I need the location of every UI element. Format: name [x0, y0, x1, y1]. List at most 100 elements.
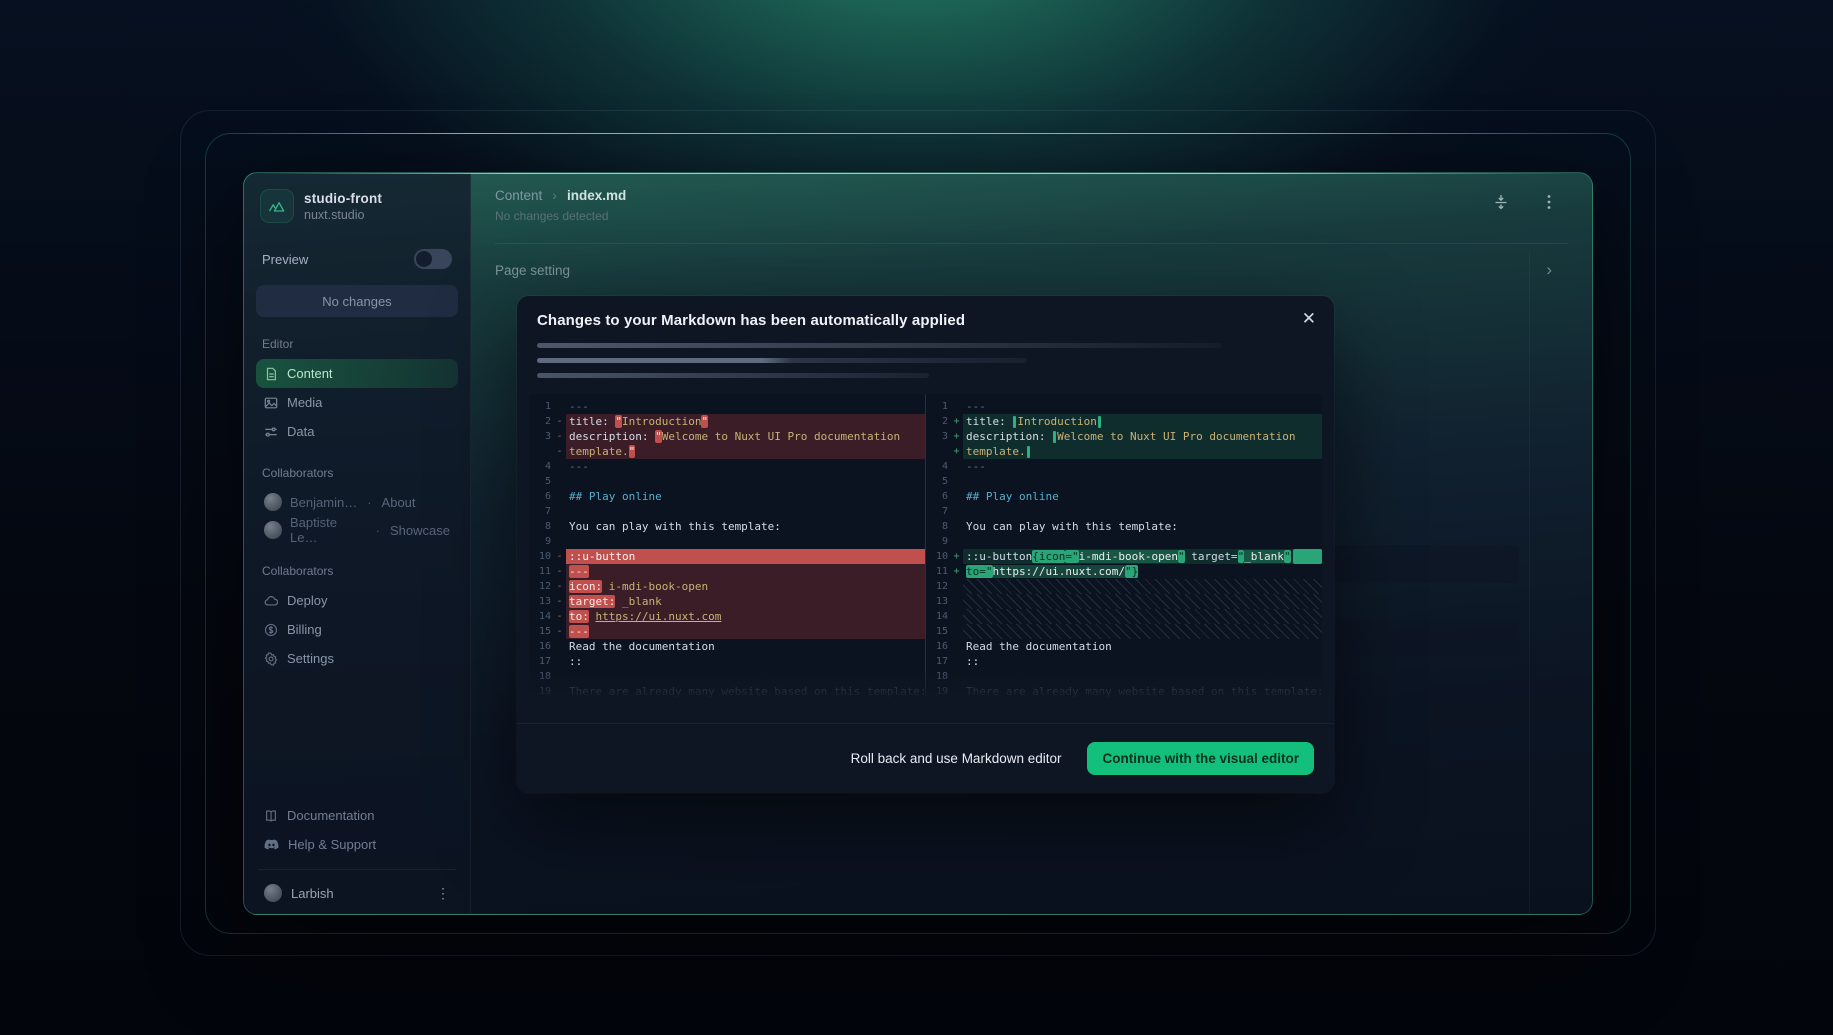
cloud-icon — [264, 594, 278, 608]
sidebar-item-label: Data — [287, 424, 314, 439]
collaborators-section-label: Collaborators — [262, 466, 452, 480]
user-avatar — [264, 884, 282, 902]
diff-line: 10-::u-button — [529, 549, 925, 564]
skeleton-bar — [537, 343, 1222, 348]
diff-line: 8You can play with this template: — [529, 519, 925, 534]
project-domain: nuxt.studio — [304, 208, 382, 222]
nuxt-studio-logo-icon — [260, 189, 294, 223]
sidebar-item-label: Media — [287, 395, 322, 410]
rollback-button[interactable]: Roll back and use Markdown editor — [851, 751, 1062, 766]
diff-line: 12-icon: i-mdi-book-open — [529, 579, 925, 594]
sidebar-item-documentation[interactable]: Documentation — [256, 801, 458, 830]
avatar — [264, 521, 282, 539]
sidebar-item-media[interactable]: Media — [256, 388, 458, 417]
sliders-icon — [264, 425, 278, 439]
collaborator-name: Baptiste Le… — [290, 515, 366, 545]
diff-line: 7 — [529, 504, 925, 519]
diff-pane-additions: 1---2+title: Introduction3+description: … — [925, 394, 1322, 700]
diff-line: 5 — [926, 474, 1322, 489]
diff-line: 14 — [926, 609, 1322, 624]
diff-line: 12 — [926, 579, 1322, 594]
diff-line: 2-title: "Introduction" — [529, 414, 925, 429]
diff-line: 11---- — [529, 564, 925, 579]
user-menu-kebab-icon[interactable]: ⋮ — [436, 886, 450, 900]
sidebar-item-label: Billing — [287, 622, 322, 637]
diff-line: 13 — [926, 594, 1322, 609]
sidebar-item-billing[interactable]: Billing — [256, 615, 458, 644]
user-name: Larbish — [291, 886, 334, 901]
breadcrumb-content[interactable]: Content — [495, 188, 542, 203]
collaborator-row[interactable]: Benjamin… · About — [256, 488, 458, 516]
diff-line: 4--- — [529, 459, 925, 474]
project-section-label: Collaborators — [262, 564, 452, 578]
chevron-right-icon: › — [552, 187, 557, 203]
page-setting-label: Page setting — [495, 263, 570, 278]
user-row[interactable]: Larbish ⋮ — [256, 880, 458, 904]
diff-line: 9 — [926, 534, 1322, 549]
diff-line: +template. — [926, 444, 1322, 459]
main-header: Content › index.md No changes detected — [471, 173, 1592, 244]
avatar — [264, 493, 282, 511]
diff-line: 1--- — [926, 399, 1322, 414]
dot-separator: · — [367, 495, 371, 510]
document-icon — [264, 367, 278, 381]
close-icon[interactable]: ✕ — [1302, 310, 1316, 327]
sidebar-item-deploy[interactable]: Deploy — [256, 586, 458, 615]
import-button[interactable] — [1490, 191, 1512, 213]
diff-line: 15 — [926, 624, 1322, 639]
modal-title: Changes to your Markdown has been automa… — [537, 312, 1314, 329]
background-skeleton-row — [1334, 619, 1519, 657]
skeleton-bar — [537, 373, 929, 378]
book-icon — [264, 809, 278, 823]
skeleton-bar — [537, 358, 1027, 363]
diff-line: -template." — [529, 444, 925, 459]
collaborator-row[interactable]: Baptiste Le… · Showcase — [256, 516, 458, 544]
breadcrumb: Content › index.md — [495, 187, 1568, 203]
project-name: studio-front — [304, 191, 382, 206]
preview-toggle[interactable] — [414, 249, 452, 269]
background-skeleton-row — [1334, 545, 1519, 583]
markdown-diff-view: 1---2-title: "Introduction"3-description… — [529, 394, 1322, 700]
sidebar-item-label: Content — [287, 366, 333, 381]
diff-line: 3+description: Welcome to Nuxt UI Pro do… — [926, 429, 1322, 444]
diff-line: 16Read the documentation — [926, 639, 1322, 654]
divider — [258, 869, 456, 870]
sidebar-item-help-support[interactable]: Help & Support — [256, 830, 458, 859]
image-icon — [264, 396, 278, 410]
modal-footer: Roll back and use Markdown editor Contin… — [517, 723, 1334, 793]
sidebar-item-label: Help & Support — [288, 837, 376, 852]
diff-line: 17:: — [926, 654, 1322, 669]
kebab-icon — [1547, 194, 1551, 210]
diff-line: 19There are already many website based o… — [926, 684, 1322, 699]
chevron-right-icon[interactable]: › — [1546, 260, 1552, 280]
more-menu-button[interactable] — [1538, 191, 1560, 213]
sidebar-item-label: Documentation — [287, 808, 374, 823]
breadcrumb-current-file: index.md — [567, 188, 626, 203]
diff-line: 8You can play with this template: — [926, 519, 1322, 534]
markdown-changes-modal: Changes to your Markdown has been automa… — [517, 296, 1334, 793]
sidebar-item-label: Settings — [287, 651, 334, 666]
sidebar-item-data[interactable]: Data — [256, 417, 458, 446]
sidebar-item-label: Deploy — [287, 593, 327, 608]
project-header[interactable]: studio-front nuxt.studio — [256, 187, 458, 223]
page-setting-row[interactable]: Page setting › — [471, 244, 1592, 294]
collaborator-name: Benjamin… — [290, 495, 357, 510]
discord-icon — [264, 839, 279, 851]
diff-pane-deletions: 1---2-title: "Introduction"3-description… — [529, 394, 925, 700]
skeleton-lines — [517, 329, 1334, 388]
diff-line: 3-description: "Welcome to Nuxt UI Pro d… — [529, 429, 925, 444]
sidebar-item-content[interactable]: Content — [256, 359, 458, 388]
diff-line: 17:: — [529, 654, 925, 669]
sidebar-item-settings[interactable]: Settings — [256, 644, 458, 673]
diff-line: 7 — [926, 504, 1322, 519]
collaborator-page: Showcase — [390, 523, 450, 538]
no-changes-button[interactable]: No changes — [256, 285, 458, 317]
continue-visual-editor-button[interactable]: Continue with the visual editor — [1087, 742, 1314, 775]
dot-separator: · — [376, 523, 380, 538]
diff-line: 6## Play online — [529, 489, 925, 504]
desktop-background: studio-front nuxt.studio Preview No chan… — [0, 0, 1833, 1035]
diff-line: 15---- — [529, 624, 925, 639]
diff-line: 1--- — [529, 399, 925, 414]
diff-line: 2+title: Introduction — [926, 414, 1322, 429]
collaborator-page: About — [382, 495, 416, 510]
